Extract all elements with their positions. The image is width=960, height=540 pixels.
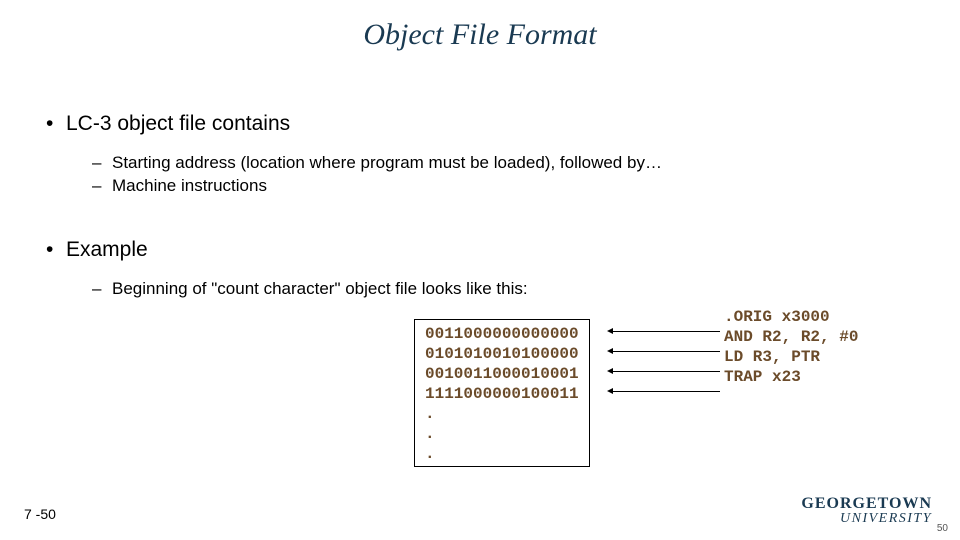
anno-orig: .ORIG x3000 <box>724 307 858 327</box>
subitem-machine-instructions: Machine instructions <box>112 175 920 198</box>
sublist-example: Beginning of "count character" object fi… <box>112 278 920 301</box>
asm-annotations: .ORIG x3000 AND R2, R2, #0 LD R3, PTR TR… <box>724 307 858 387</box>
anno-trap: TRAP x23 <box>724 367 858 387</box>
slide-content: LC-3 object file contains Starting addre… <box>0 52 960 301</box>
obj-line-5: . <box>425 424 579 444</box>
subitem-intro: Beginning of "count character" object fi… <box>112 278 920 301</box>
obj-line-0: 0011000000000000 <box>425 324 579 344</box>
bullet-lc3-contains: LC-3 object file contains <box>66 112 920 136</box>
anno-ld: LD R3, PTR <box>724 347 858 367</box>
slide-number: 7 -50 <box>24 506 56 522</box>
obj-line-2: 0010011000010001 <box>425 364 579 384</box>
logo-bot: UNIVERSITY <box>801 512 932 526</box>
sublist-lc3: Starting address (location where program… <box>112 152 920 198</box>
arrow-3 <box>612 391 720 392</box>
logo-top: GEORGETOWN <box>801 496 932 512</box>
georgetown-logo: GEORGETOWN UNIVERSITY <box>801 496 932 526</box>
arrow-2 <box>612 371 720 372</box>
anno-and: AND R2, R2, #0 <box>724 327 858 347</box>
obj-line-6: . <box>425 444 579 464</box>
obj-line-1: 0101010010100000 <box>425 344 579 364</box>
slide-title: Object File Format <box>0 0 960 52</box>
obj-line-3: 1111000000100011 <box>425 384 579 404</box>
obj-line-4: . <box>425 404 579 424</box>
arrow-1 <box>612 351 720 352</box>
subitem-starting-address: Starting address (location where program… <box>112 152 920 175</box>
page-number: 50 <box>937 523 948 534</box>
bullet-example: Example <box>66 238 920 262</box>
arrow-0 <box>612 331 720 332</box>
object-file-box: 0011000000000000 0101010010100000 001001… <box>414 319 590 467</box>
